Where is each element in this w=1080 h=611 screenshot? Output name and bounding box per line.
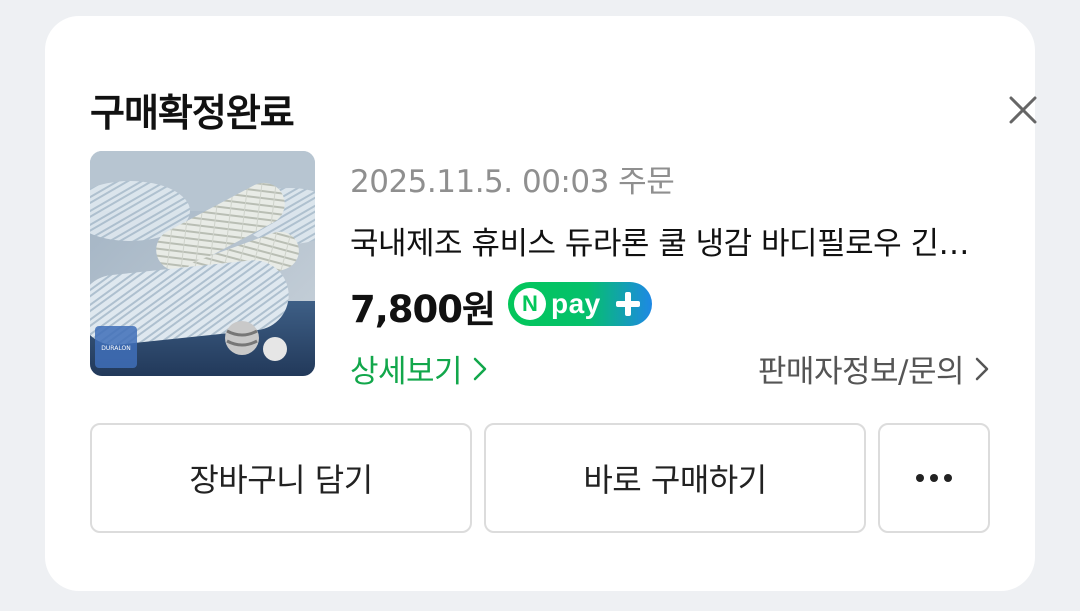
- order-date: 2025.11.5. 00:03 주문: [350, 164, 675, 200]
- more-icon: [916, 474, 952, 482]
- npay-badge: N pay: [508, 282, 652, 326]
- close-button[interactable]: [1003, 90, 1043, 130]
- svg-text:DURALON: DURALON: [101, 345, 130, 352]
- dialog-title: 구매확정완료: [90, 91, 295, 135]
- seller-info-label: 판매자정보/문의: [757, 354, 965, 390]
- add-to-cart-button[interactable]: 장바구니 담기: [90, 423, 472, 533]
- npay-n-icon: N: [514, 288, 546, 320]
- product-thumbnail[interactable]: DURALON: [90, 151, 315, 376]
- product-image: DURALON: [90, 151, 315, 376]
- npay-label: pay: [551, 288, 601, 319]
- plus-icon: [616, 292, 640, 316]
- more-button[interactable]: [878, 423, 990, 533]
- purchase-confirm-card: 구매확정완료 DURALON 2025.11.5. 00:03 주문 국내제조 …: [45, 16, 1037, 591]
- seller-info-link[interactable]: 판매자정보/문의: [758, 346, 990, 391]
- product-price: 7,800원: [350, 288, 496, 331]
- chevron-right-icon: [473, 357, 487, 380]
- close-icon: [1009, 96, 1037, 124]
- detail-link[interactable]: 상세보기: [350, 346, 488, 391]
- chevron-right-icon: [975, 357, 989, 380]
- buy-now-button[interactable]: 바로 구매하기: [484, 423, 866, 533]
- detail-link-label: 상세보기: [350, 354, 463, 390]
- product-name[interactable]: 국내제조 휴비스 듀라론 쿨 냉감 바디필로우 긴베개: [350, 218, 990, 263]
